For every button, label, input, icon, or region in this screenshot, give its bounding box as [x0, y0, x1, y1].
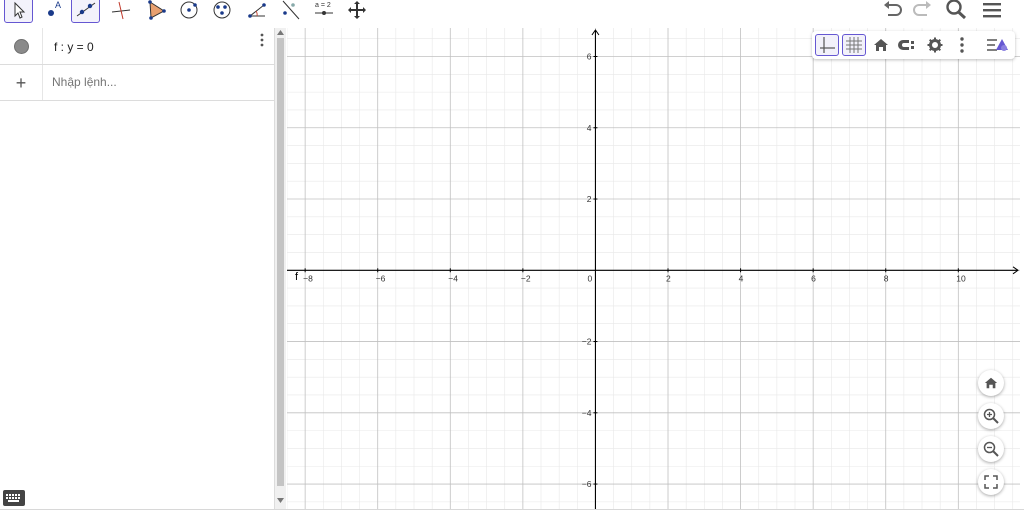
- point-tool-label: A: [55, 0, 61, 10]
- angle-tool[interactable]: [242, 0, 271, 23]
- reflect-tool[interactable]: [275, 0, 304, 23]
- x-tick-label: 6: [811, 273, 816, 283]
- circle-three-points-tool[interactable]: [207, 0, 236, 23]
- visibility-dot-icon: [13, 38, 29, 54]
- zoom-out-button[interactable]: [978, 436, 1004, 462]
- home-icon: [874, 39, 888, 51]
- toggle-axes-button[interactable]: [815, 34, 839, 56]
- x-tick-label: −2: [521, 273, 531, 283]
- x-tick-label: 2: [666, 273, 671, 283]
- algebra-item-label: f : y = 0: [54, 40, 94, 54]
- redo-button[interactable]: [909, 0, 935, 22]
- menu-button[interactable]: [979, 0, 1005, 22]
- algebra-input-row[interactable]: +: [0, 65, 275, 101]
- command-input[interactable]: [52, 75, 252, 89]
- graphics-settings-button[interactable]: [923, 34, 947, 56]
- slider-icon: a = 2: [314, 2, 333, 15]
- standard-view-button[interactable]: [869, 34, 893, 56]
- bottom-border: [0, 509, 1024, 513]
- x-tick-label: 0: [587, 273, 592, 283]
- undo-button[interactable]: [880, 0, 906, 22]
- line-tool[interactable]: [71, 0, 100, 23]
- toggle-style-bar-button[interactable]: [985, 34, 1009, 56]
- y-tick-label: −2: [582, 337, 592, 347]
- scroll-up-icon[interactable]: [277, 30, 284, 35]
- redo-icon: [913, 1, 931, 16]
- circle-center-point-tool[interactable]: [174, 0, 203, 23]
- graphics-style-bar: [812, 31, 1015, 59]
- undo-icon: [884, 1, 902, 16]
- cursor-icon: [14, 1, 25, 19]
- virtual-keyboard-button[interactable]: [3, 490, 25, 506]
- move-tool[interactable]: [4, 0, 33, 23]
- move-arrows-icon: [347, 1, 366, 19]
- slider-tool-label: a = 2: [315, 2, 331, 9]
- search-icon: [946, 0, 967, 20]
- circle-center-icon: [180, 1, 197, 19]
- x-tick-label: 8: [884, 273, 889, 283]
- graphics-view[interactable]: −8 −6 −4 −2 0 2 4 6 8 10 6 4 2 −2 −4 −6 f: [287, 28, 1020, 509]
- more-options-icon[interactable]: [259, 33, 265, 47]
- axes-icon: [820, 37, 835, 53]
- reflect-icon: [282, 0, 299, 20]
- home-icon: [984, 377, 998, 389]
- settings-icon: [927, 37, 943, 53]
- x-tick-label: −8: [303, 273, 313, 283]
- perpendicular-icon: [111, 1, 130, 20]
- add-item-button[interactable]: +: [0, 65, 43, 100]
- move-graphics-view-tool[interactable]: [342, 0, 371, 23]
- label-style-icon: [898, 40, 914, 50]
- x-tick-label: −4: [448, 273, 458, 283]
- minor-grid: [287, 28, 1020, 509]
- zoom-in-button[interactable]: [978, 403, 1004, 429]
- algebra-scrollbar[interactable]: [275, 28, 286, 509]
- home-view-button[interactable]: [978, 370, 1004, 396]
- line-f-label[interactable]: f: [295, 271, 299, 283]
- keyboard-icon: [6, 494, 20, 502]
- polygon-icon: [147, 0, 166, 20]
- search-button[interactable]: [943, 0, 969, 22]
- polygon-tool[interactable]: [141, 0, 170, 23]
- x-tick-label: 4: [739, 273, 744, 283]
- toggle-style-bar-icon: [987, 39, 1008, 51]
- menu-icon: [983, 3, 1001, 18]
- fullscreen-button[interactable]: [978, 469, 1004, 495]
- point-tool[interactable]: A: [39, 0, 68, 23]
- visibility-toggle[interactable]: [0, 28, 43, 64]
- y-tick-label: 6: [587, 52, 592, 62]
- more-style-options-button[interactable]: [950, 34, 974, 56]
- algebra-item-f[interactable]: f : y = 0: [0, 28, 275, 65]
- toolbar: A a = 2: [0, 0, 1024, 26]
- toggle-grid-button[interactable]: [842, 34, 866, 56]
- y-tick-label: 2: [587, 194, 592, 204]
- fullscreen-icon: [984, 475, 998, 489]
- y-tick-label: −4: [582, 408, 592, 418]
- coordinate-plane[interactable]: −8 −6 −4 −2 0 2 4 6 8 10 6 4 2 −2 −4 −6 f: [287, 28, 1020, 509]
- slider-tool[interactable]: a = 2: [309, 0, 338, 23]
- x-tick-label: 10: [956, 273, 966, 283]
- major-grid: [287, 28, 1020, 509]
- perpendicular-line-tool[interactable]: [106, 0, 135, 23]
- circle-three-points-icon: [213, 1, 230, 19]
- axes: [287, 29, 1019, 509]
- scroll-thumb[interactable]: [277, 38, 284, 486]
- angle-icon: [247, 3, 266, 18]
- y-tick-label: 4: [587, 123, 592, 133]
- label-style-button[interactable]: [896, 34, 920, 56]
- zoom-in-icon: [983, 408, 999, 424]
- zoom-out-icon: [983, 441, 999, 457]
- grid-icon: [846, 37, 862, 53]
- y-tick-label: −6: [582, 479, 592, 489]
- algebra-view: f : y = 0 +: [0, 28, 275, 509]
- scroll-down-icon[interactable]: [277, 498, 284, 503]
- line-icon: [76, 2, 95, 17]
- point-icon: A: [47, 0, 61, 16]
- x-tick-label: −6: [376, 273, 386, 283]
- more-icon: [960, 37, 964, 53]
- plus-icon: +: [15, 72, 27, 93]
